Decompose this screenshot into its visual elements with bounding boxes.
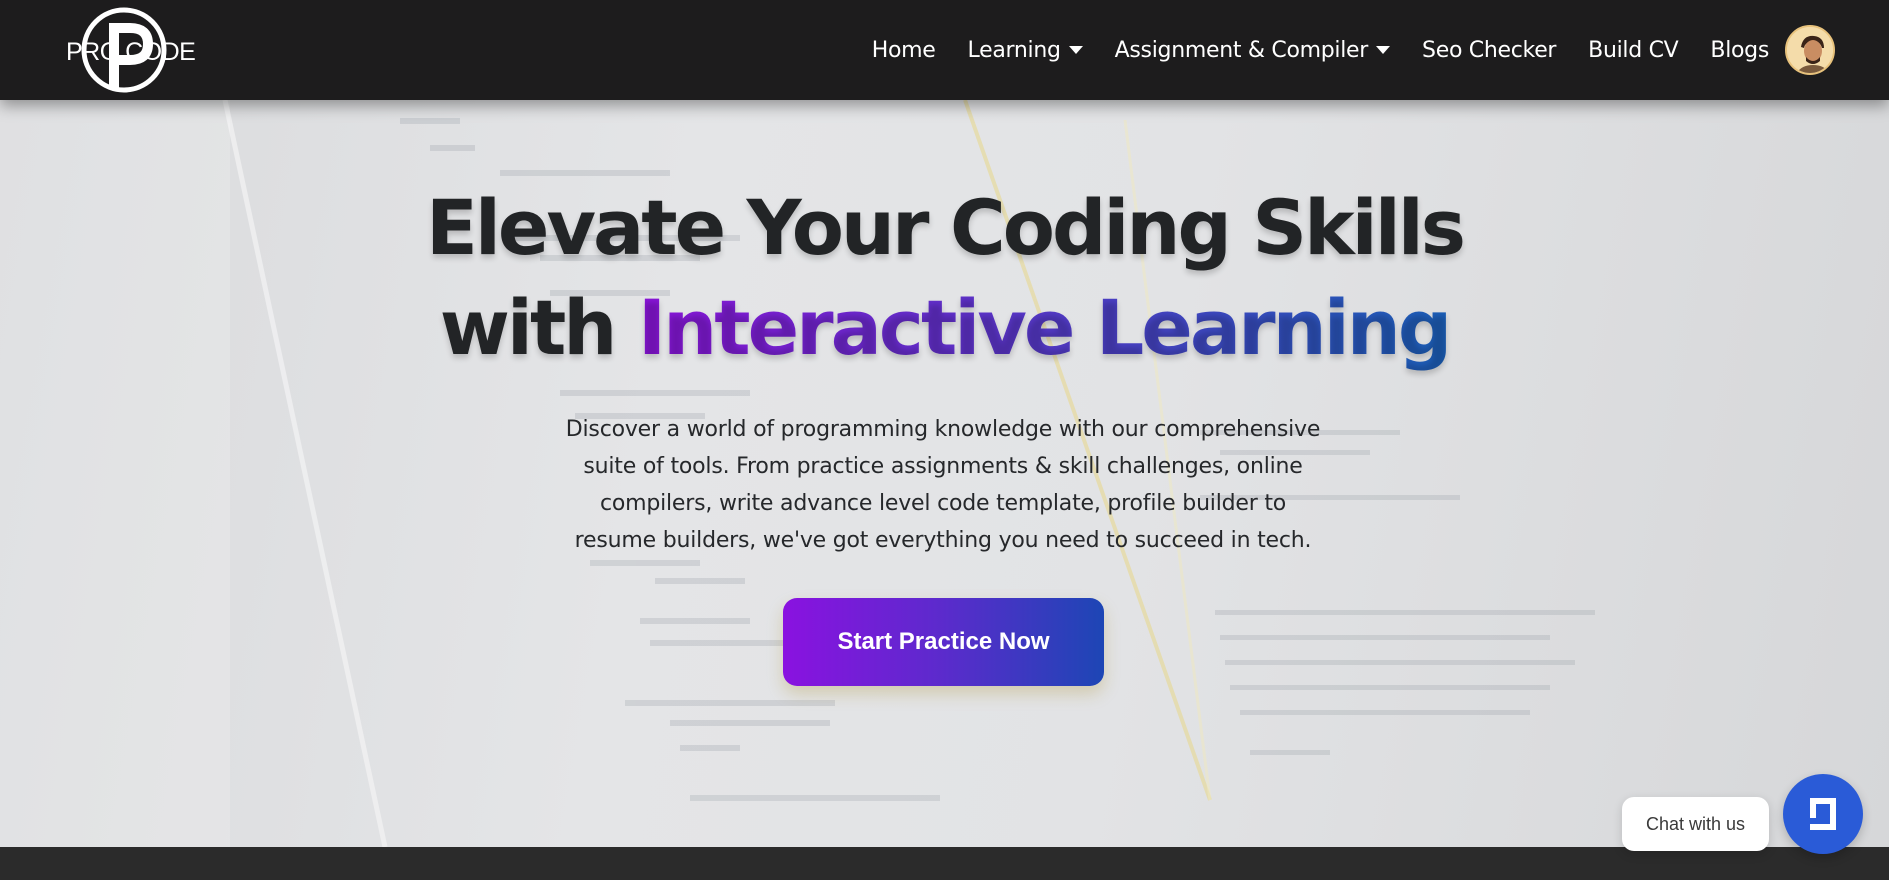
logo[interactable]: PRO CODE	[66, 6, 196, 94]
hero-description: Discover a world of programming knowledg…	[565, 417, 1321, 553]
headline-highlight: Interactive Learning	[637, 283, 1452, 372]
nav-seo-checker-label: Seo Checker	[1422, 37, 1557, 63]
nav-menu: Home Learning Assignment & Compiler Seo …	[840, 18, 1835, 82]
chat-icon	[1810, 798, 1836, 830]
start-practice-button[interactable]: Start Practice Now	[783, 598, 1104, 686]
chat-label-text: Chat with us	[1645, 813, 1746, 834]
headline-prefix: with	[439, 283, 638, 372]
nav-assignment-compiler[interactable]: Assignment & Compiler	[1114, 37, 1391, 63]
caret-down-icon	[1068, 46, 1083, 54]
headline-line-2: with Interactive Learning	[0, 278, 1889, 378]
nav-seo-checker[interactable]: Seo Checker	[1422, 38, 1556, 63]
chat-label[interactable]: Chat with us	[1622, 797, 1769, 851]
nav-learning[interactable]: Learning	[968, 38, 1083, 63]
nav-blogs-label: Blogs	[1710, 37, 1769, 63]
nav-home[interactable]: Home	[872, 38, 936, 63]
navbar: PRO CODE Home Learning Assignment & Comp…	[0, 0, 1889, 100]
chat-button[interactable]	[1783, 774, 1863, 854]
caret-down-icon	[1376, 46, 1391, 54]
nav-build-cv[interactable]: Build CV	[1588, 37, 1679, 63]
nav-blogs[interactable]: Blogs	[1710, 38, 1769, 63]
user-avatar-icon	[1787, 27, 1833, 73]
headline-line-1: Elevate Your Coding Skills	[425, 183, 1466, 272]
nav-build-cv-label: Build CV	[1588, 37, 1679, 63]
hero-section: Elevate Your Coding Skills with Interact…	[0, 100, 1889, 847]
hero-headline: Elevate Your Coding Skills with Interact…	[0, 178, 1889, 378]
nav-learning-label: Learning	[967, 37, 1061, 63]
footer-strip	[0, 847, 1889, 880]
user-avatar[interactable]	[1785, 25, 1835, 75]
nav-home-label: Home	[871, 37, 936, 63]
logo-text: PRO CODE	[66, 38, 196, 66]
nav-assignment-compiler-label: Assignment & Compiler	[1114, 37, 1369, 63]
